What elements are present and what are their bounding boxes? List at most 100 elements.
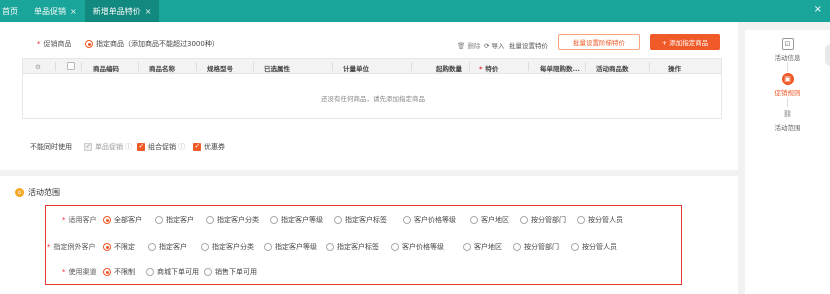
side-nav-rail: ⊡ 活动信息 ▣ 促销规则 ⛓ 活动范围 bbox=[745, 30, 830, 294]
refresh-icon: ⟳ bbox=[484, 42, 490, 50]
scope-option[interactable]: 指定客户分类 bbox=[201, 242, 254, 252]
scope-option[interactable]: 客户地区 bbox=[463, 242, 502, 252]
scope-option-label: 指定客户 bbox=[159, 243, 187, 251]
col-attrs: 已选属性 bbox=[264, 65, 290, 73]
scope-option[interactable]: 指定客户分类 bbox=[206, 215, 259, 225]
close-icon[interactable]: × bbox=[145, 7, 152, 16]
select-all-checkbox[interactable] bbox=[67, 62, 75, 70]
col-special-price: * 特价 bbox=[479, 65, 499, 73]
scope-icon: ⛓ bbox=[783, 110, 792, 118]
scope-option[interactable]: 指定客户等级 bbox=[264, 242, 317, 252]
scope-option[interactable]: 按分管人员 bbox=[577, 215, 623, 225]
scope-option-label: 客户价格等级 bbox=[402, 243, 444, 251]
products-option[interactable]: 指定商品（添加商品不能超过3000种） bbox=[85, 39, 219, 49]
scope-option-label: 客户地区 bbox=[481, 216, 509, 224]
batch-tier-label: 批量设置阶梯特价 bbox=[573, 39, 625, 47]
tab-home-label: 首页 bbox=[2, 6, 18, 16]
scope-option[interactable]: 指定客户标签 bbox=[334, 215, 387, 225]
exclusive-option-single: 单品促销 ⓘ bbox=[84, 142, 132, 152]
help-icon: ⓘ bbox=[178, 143, 186, 151]
scope-option[interactable]: 按分管部门 bbox=[513, 242, 559, 252]
checkbox[interactable] bbox=[193, 142, 201, 151]
rail-connector bbox=[787, 63, 788, 72]
scope-option[interactable]: 客户价格等级 bbox=[403, 215, 456, 225]
radio-button[interactable] bbox=[270, 216, 278, 224]
radio-button[interactable] bbox=[326, 243, 334, 251]
radio-button[interactable] bbox=[520, 216, 528, 224]
radio-button[interactable] bbox=[403, 216, 411, 224]
row-label-exception: * 指定例外客户 bbox=[47, 243, 96, 251]
settings-icon[interactable]: ⚙ bbox=[35, 63, 41, 71]
radio-button[interactable] bbox=[148, 243, 156, 251]
radio-button[interactable] bbox=[201, 243, 209, 251]
scope-option[interactable]: 全部客户 bbox=[103, 215, 142, 225]
tab-single-promo-label: 单品促销 bbox=[34, 6, 66, 16]
rail-item-label: 活动信息 bbox=[774, 54, 801, 62]
scope-option[interactable]: 不限制 bbox=[103, 267, 135, 277]
scope-option[interactable]: 指定客户 bbox=[155, 215, 194, 225]
scope-option[interactable]: 客户价格等级 bbox=[391, 242, 444, 252]
exclusive-option-coupon[interactable]: 优惠券 bbox=[193, 142, 225, 152]
scope-option-label: 指定客户标签 bbox=[337, 243, 379, 251]
scope-option-label: 按分管部门 bbox=[524, 243, 559, 251]
scope-option-label: 按分管人员 bbox=[588, 216, 623, 224]
radio-button[interactable] bbox=[577, 216, 585, 224]
scope-option-label: 指定客户等级 bbox=[275, 243, 317, 251]
radio-button[interactable] bbox=[85, 40, 93, 48]
radio-button[interactable] bbox=[463, 243, 471, 251]
scope-option[interactable]: 不限定 bbox=[103, 242, 135, 252]
row-label-applicable: * 适用客户 bbox=[62, 216, 97, 224]
batch-set-label: 批量设置特价 bbox=[509, 42, 548, 50]
batch-set-price-button[interactable]: 批量设置特价 bbox=[509, 40, 548, 50]
rail-item-activity-info[interactable]: ⊡ 活动信息 bbox=[745, 38, 830, 62]
scope-section-title: ⌂ 活动范围 bbox=[15, 187, 60, 198]
exclusive-label: 不能同时使用 bbox=[30, 143, 72, 151]
scope-option[interactable]: 指定客户等级 bbox=[270, 215, 323, 225]
radio-button[interactable] bbox=[103, 243, 111, 251]
radio-button[interactable] bbox=[204, 268, 212, 276]
radio-button[interactable] bbox=[264, 243, 272, 251]
radio-button[interactable] bbox=[206, 216, 214, 224]
radio-button[interactable] bbox=[513, 243, 521, 251]
exclusive-option-combo[interactable]: 组合促销 ⓘ bbox=[137, 142, 185, 152]
import-button[interactable]: ⟳ 导入 bbox=[484, 40, 505, 50]
rail-item-label: 活动范围 bbox=[774, 124, 801, 132]
col-min-qty: 起购数量 bbox=[436, 65, 462, 73]
radio-button[interactable] bbox=[146, 268, 154, 276]
scope-option[interactable]: 指定客户 bbox=[148, 242, 187, 252]
scope-option[interactable]: 按分管人员 bbox=[571, 242, 617, 252]
scope-option[interactable]: 销售下单可用 bbox=[204, 267, 257, 277]
radio-button[interactable] bbox=[391, 243, 399, 251]
products-option-label: 指定商品（添加商品不能超过3000种） bbox=[96, 40, 219, 48]
rail-item-promo-rules[interactable]: ▣ 促销规则 bbox=[745, 73, 830, 97]
col-special-price-label: 特价 bbox=[485, 65, 499, 73]
add-product-button[interactable]: + 添加指定商品 bbox=[650, 34, 720, 50]
scope-option-label: 按分管部门 bbox=[531, 216, 566, 224]
col-name: 商品名称 bbox=[149, 65, 175, 73]
radio-button[interactable] bbox=[470, 216, 478, 224]
radio-button[interactable] bbox=[155, 216, 163, 224]
scope-option[interactable]: 客户地区 bbox=[470, 215, 509, 225]
radio-button[interactable] bbox=[334, 216, 342, 224]
scope-option[interactable]: 按分管部门 bbox=[520, 215, 566, 225]
rail-item-activity-scope[interactable]: ⛓ 活动范围 bbox=[745, 108, 830, 132]
scope-option[interactable]: 商城下单可用 bbox=[146, 267, 199, 277]
tab-home[interactable]: 首页 bbox=[0, 0, 26, 22]
scope-option-label: 全部客户 bbox=[114, 216, 142, 224]
radio-button[interactable] bbox=[103, 216, 111, 224]
radio-button[interactable] bbox=[103, 268, 111, 276]
tab-new-special-price-label: 新增单品特价 bbox=[92, 6, 141, 16]
rule-icon: ▣ bbox=[781, 73, 794, 85]
batch-tier-price-button[interactable]: 批量设置阶梯特价 bbox=[558, 34, 640, 50]
scope-option[interactable]: 指定客户标签 bbox=[326, 242, 379, 252]
tab-new-special-price[interactable]: 新增单品特价 × bbox=[84, 0, 160, 22]
scope-option-label: 指定客户标签 bbox=[345, 216, 387, 224]
rail-connector bbox=[787, 98, 788, 107]
close-icon[interactable]: × bbox=[814, 4, 822, 15]
tab-single-promo[interactable]: 单品促销 × bbox=[26, 0, 85, 22]
checkbox[interactable] bbox=[137, 142, 145, 151]
delete-button[interactable]: 🗑 删除 bbox=[457, 40, 480, 50]
scope-option-label: 销售下单可用 bbox=[215, 268, 257, 276]
radio-button[interactable] bbox=[571, 243, 579, 251]
close-icon[interactable]: × bbox=[70, 7, 77, 16]
